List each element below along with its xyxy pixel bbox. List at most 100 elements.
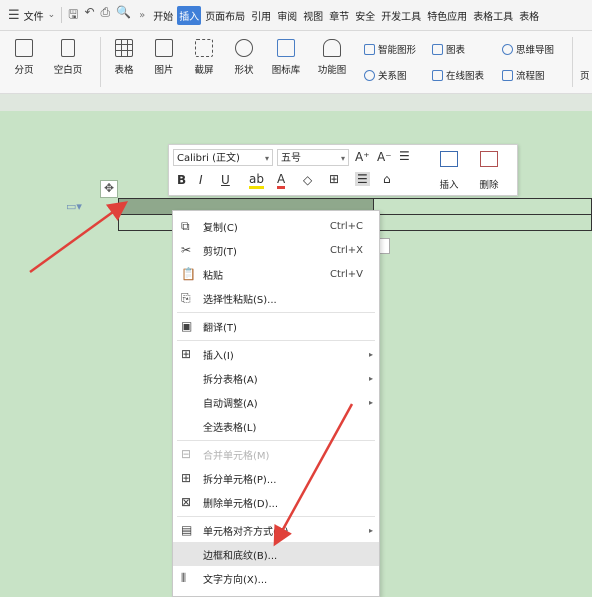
highlight-icon[interactable]: ab [249, 173, 264, 189]
menu-item-autofit[interactable]: 自动调整(A) ▸ [173, 390, 379, 414]
smart-shape-icon [364, 43, 375, 55]
delete-table-icon [480, 151, 498, 167]
online-chart-button[interactable]: 在线图表 [432, 68, 484, 82]
picture-icon [155, 39, 173, 57]
undo-icon[interactable]: ↶ [84, 5, 94, 26]
cell-alignment-icon: ▤ [181, 522, 193, 537]
menu-item-paste-special[interactable]: ⎘ 选择性粘贴(S)... [173, 286, 379, 310]
insert-button[interactable]: 插入 [431, 151, 467, 191]
chevron-down-icon[interactable]: ⌄ [48, 10, 56, 20]
menu-item-borders-shading[interactable]: 边框和底纹(B)... [173, 542, 379, 566]
tab-insert[interactable]: 插入 [177, 5, 202, 25]
menu-item-translate[interactable]: ▣ 翻译(T) [173, 314, 379, 338]
menu-item-insert[interactable]: ⊞ 插入(I) ▸ [173, 342, 379, 366]
menu-item-text-direction[interactable]: ⫴ 文字方向(X)... [173, 566, 379, 590]
tab-page-layout[interactable]: 页面布局 [203, 6, 247, 25]
more-icon[interactable]: » [139, 10, 145, 21]
chart-button[interactable]: 图表 [432, 42, 465, 56]
tab-developer[interactable]: 开发工具 [379, 6, 423, 25]
shapes-button[interactable]: 形状 [226, 39, 262, 76]
border-icon[interactable]: ⊞ [329, 172, 339, 186]
italic-icon[interactable]: I [199, 173, 203, 187]
tab-home[interactable]: 开始 [151, 6, 175, 25]
copy-icon: ⧉ [181, 218, 190, 233]
quick-access-toolbar: 🖫 ↶ ⎙ 🔍 [68, 5, 131, 26]
text-direction-icon: ⫴ [181, 570, 187, 585]
menu-item-paste[interactable]: 📋 粘贴 Ctrl+V [173, 262, 379, 286]
print-icon[interactable]: ⎙ [101, 5, 111, 26]
smart-shape-button[interactable]: 智能图形 [364, 42, 416, 56]
blank-page-button[interactable]: 空白页 [46, 39, 90, 76]
chevron-right-icon: ▸ [368, 397, 373, 407]
menu-item-select-table[interactable]: 全选表格(L) [173, 414, 379, 438]
flowchart-icon [502, 69, 513, 81]
table-move-handle[interactable]: ✥ [100, 180, 118, 198]
icon-library-button[interactable]: 图标库 [266, 39, 306, 76]
menu-item-copy[interactable]: ⧉ 复制(C) Ctrl+C [173, 214, 379, 238]
shapes-icon [235, 39, 253, 57]
table-icon: ⊞ [181, 346, 192, 361]
file-menu[interactable]: 文件 [24, 8, 44, 23]
grow-font-icon[interactable]: A⁺ [355, 150, 370, 164]
screenshot-icon [195, 39, 213, 57]
menu-item-split-cells[interactable]: ⊞ 拆分单元格(P)... [173, 466, 379, 490]
shrink-font-icon[interactable]: A⁻ [377, 150, 392, 164]
menu-item-split-table[interactable]: 拆分表格(A) ▸ [173, 366, 379, 390]
flowchart-button[interactable]: 流程图 [502, 68, 545, 82]
screenshot-button[interactable]: 截屏 [186, 39, 222, 76]
chart-icon [432, 43, 443, 55]
tab-references[interactable]: 引用 [249, 6, 273, 25]
page-break-button[interactable]: 分页 [6, 39, 42, 76]
menu-tabs: 开始 插入 页面布局 引用 审阅 视图 章节 安全 开发工具 特色应用 表格工具… [151, 5, 541, 25]
mind-map-button[interactable]: 思维导图 [502, 42, 554, 56]
tab-review[interactable]: 审阅 [275, 6, 299, 25]
underline-icon[interactable]: U [221, 173, 230, 187]
tab-sections[interactable]: 章节 [327, 6, 351, 25]
tab-special-apps[interactable]: 特色应用 [425, 6, 469, 25]
menu-item-cell-alignment[interactable]: ▤ 单元格对齐方式(G) ▸ [173, 518, 379, 542]
print-preview-icon[interactable]: 🔍 [116, 5, 131, 26]
hamburger-icon[interactable]: ☰ [8, 8, 20, 23]
page-button[interactable]: 页 [580, 68, 590, 82]
tab-table-tools[interactable]: 表格工具 [471, 6, 515, 25]
table-button[interactable]: 表格 [106, 39, 142, 76]
divider [572, 37, 573, 87]
list-icon[interactable]: ☰ [399, 149, 410, 163]
document-margin [0, 94, 592, 111]
shading-icon[interactable]: ◇ [303, 173, 312, 187]
font-size-select[interactable]: 五号 ▾ [277, 149, 349, 166]
chevron-right-icon: ▸ [368, 349, 373, 359]
table-icon [115, 39, 133, 57]
tab-security[interactable]: 安全 [353, 6, 377, 25]
delete-button[interactable]: 删除 [471, 151, 507, 191]
split-cells-icon: ⊞ [181, 470, 192, 485]
paragraph-options-icon[interactable]: ▭▾ [66, 200, 82, 213]
blank-page-icon [61, 39, 75, 57]
tab-table-style[interactable]: 表格 [517, 6, 541, 25]
bold-icon[interactable]: B [177, 173, 186, 187]
function-chart-icon [323, 39, 341, 57]
font-family-select[interactable]: Calibri (正文) ▾ [173, 149, 273, 166]
picture-button[interactable]: 图片 [146, 39, 182, 76]
align-icon[interactable]: ☰ [355, 172, 370, 186]
insert-table-icon [440, 151, 458, 167]
menu-divider [177, 340, 375, 341]
menu-item-cut[interactable]: ✂ 剪切(T) Ctrl+X [173, 238, 379, 262]
paste-icon: 📋 [181, 266, 196, 281]
divider [61, 7, 63, 23]
chevron-down-icon: ▾ [340, 154, 345, 163]
floating-format-toolbar: Calibri (正文) ▾ 五号 ▾ A⁺ A⁻ ☰ B I U ab A ◇… [168, 144, 518, 196]
menu-item-delete-cells[interactable]: ⊠ 删除单元格(D)... [173, 490, 379, 514]
chevron-right-icon: ▸ [368, 373, 373, 383]
divider [100, 37, 101, 87]
paste-special-icon: ⎘ [181, 290, 191, 305]
eraser-icon[interactable]: ⌂ [383, 172, 391, 186]
function-chart-button[interactable]: 功能图 [310, 39, 354, 76]
online-chart-icon [432, 69, 443, 81]
relation-chart-button[interactable]: 关系图 [364, 68, 407, 82]
tab-view[interactable]: 视图 [301, 6, 325, 25]
table-cell[interactable] [373, 214, 592, 231]
save-icon[interactable]: 🖫 [68, 5, 78, 26]
table-cell[interactable] [373, 198, 592, 215]
font-color-icon[interactable]: A [277, 173, 286, 189]
